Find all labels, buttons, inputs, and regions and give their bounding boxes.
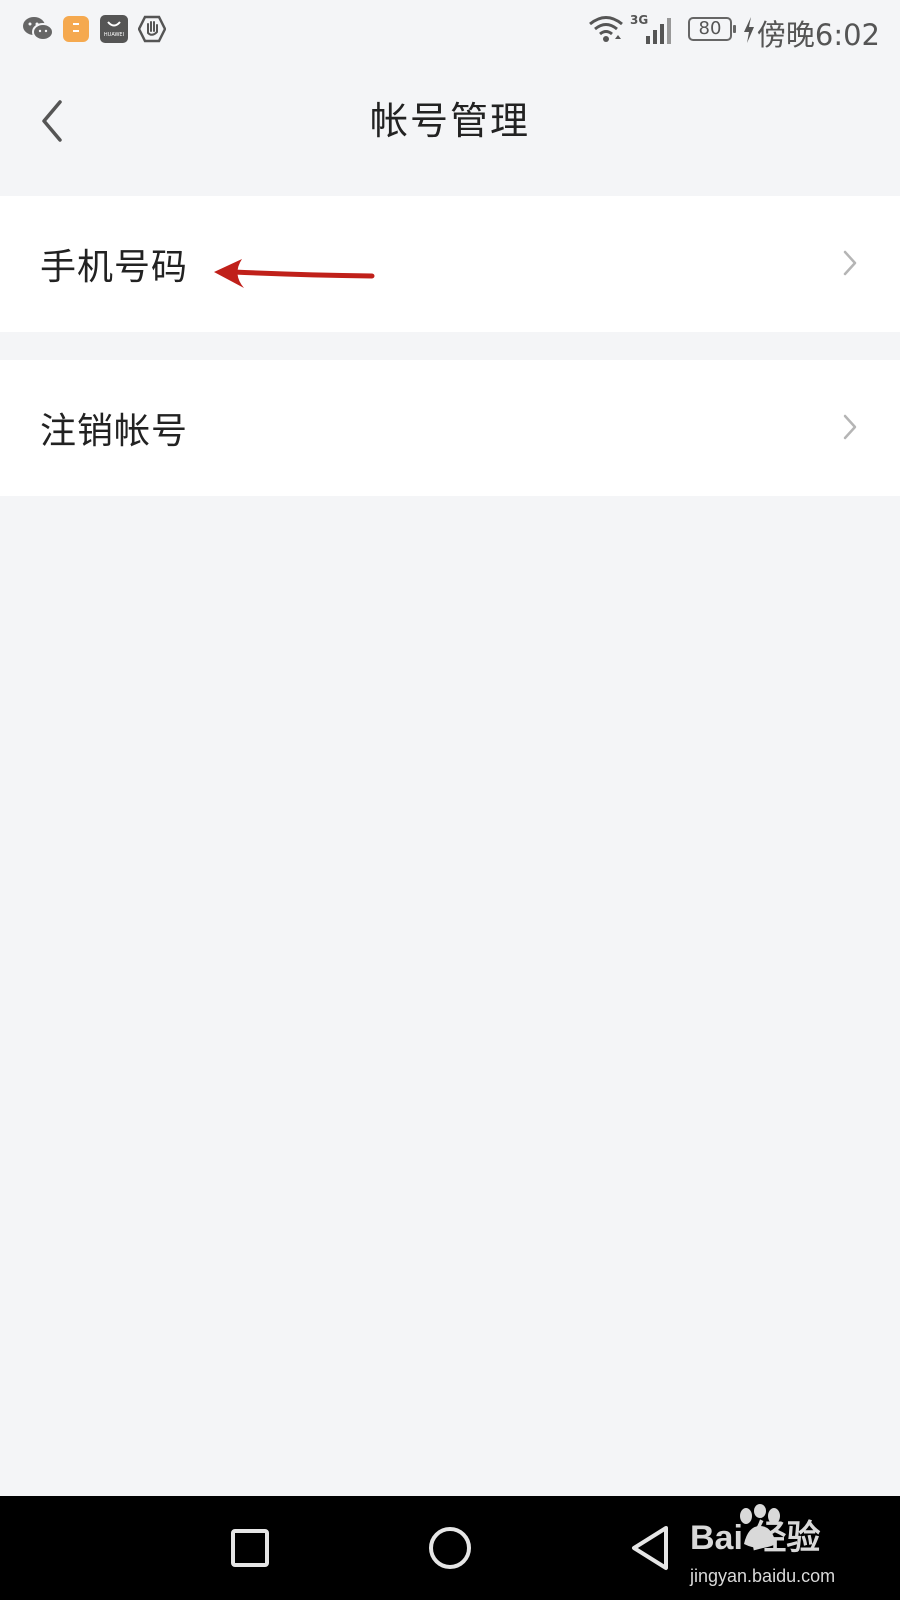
recent-apps-button[interactable] bbox=[230, 1528, 270, 1568]
huawei-label: HUAWEI bbox=[103, 32, 125, 38]
signal-icon bbox=[646, 18, 671, 44]
list-item-phone-number[interactable]: 手机号码 bbox=[0, 196, 900, 332]
list-item-label: 手机号码 bbox=[40, 247, 189, 288]
watermark-url: jingyan.baidu.com bbox=[690, 1566, 836, 1586]
list-item-cancel-account[interactable]: 注销帐号 bbox=[0, 360, 900, 496]
header: 帐号管理 bbox=[0, 62, 900, 192]
page-title: 帐号管理 bbox=[369, 99, 530, 143]
wechat-icon bbox=[23, 17, 54, 41]
navigation-bar: Bai 经验 jingyan.baidu.com bbox=[0, 1496, 900, 1600]
baidu-jingyan-watermark: Bai 经验 jingyan.baidu.com bbox=[688, 1504, 888, 1596]
wifi-icon bbox=[589, 16, 623, 42]
list-item-label: 注销帐号 bbox=[40, 411, 189, 452]
back-nav-button[interactable] bbox=[628, 1524, 672, 1572]
home-button[interactable] bbox=[428, 1526, 472, 1570]
charging-icon bbox=[744, 17, 754, 43]
battery-indicator: 80 bbox=[688, 17, 736, 41]
app-notification-icon bbox=[63, 16, 89, 42]
red-arrow-annotation bbox=[214, 259, 375, 288]
huawei-icon: HUAWEI bbox=[100, 15, 128, 43]
chevron-right-icon bbox=[843, 414, 857, 440]
battery-level: 80 bbox=[698, 18, 722, 39]
status-bar: HUAWEI 3G 80 傍晚6:02 bbox=[0, 0, 900, 62]
chevron-right-icon bbox=[843, 250, 857, 276]
status-time: 傍晚6:02 bbox=[756, 18, 880, 52]
watermark-title: Bai 经验 bbox=[690, 1519, 821, 1557]
hand-icon bbox=[138, 15, 166, 43]
